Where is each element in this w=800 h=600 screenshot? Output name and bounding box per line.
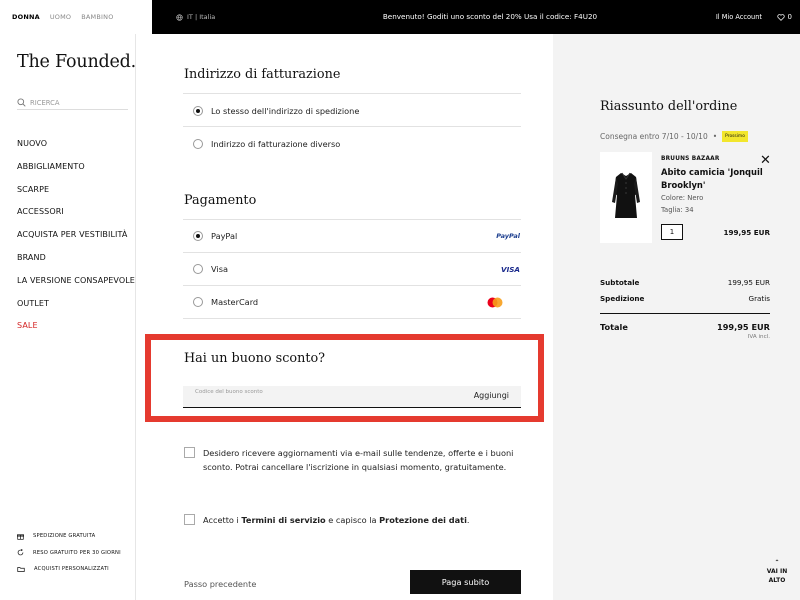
billing-title: Indirizzo di fatturazione xyxy=(184,67,341,82)
divider xyxy=(183,252,521,253)
billing-option-same[interactable]: Lo stesso dell'indirizzo di spedizione xyxy=(193,104,359,118)
back-to-top-button[interactable]: ⌃ VAI IN ALTO xyxy=(758,558,796,585)
privacy-link[interactable]: Protezione dei dati xyxy=(379,515,467,525)
divider xyxy=(183,126,521,127)
perks-list: SPEDIZIONE GRATUITA RESO GRATUITO PER 30… xyxy=(17,528,121,578)
voucher-highlight-frame xyxy=(145,334,544,422)
tab-donna[interactable]: DONNA xyxy=(12,13,40,21)
product-brand: BRUUNS BAZAAR xyxy=(661,156,720,162)
billing-option-different[interactable]: Indirizzo di fatturazione diverso xyxy=(193,137,340,151)
quantity-selector[interactable]: 1 xyxy=(661,224,683,240)
gift-icon xyxy=(17,534,24,540)
wishlist-count: 0 xyxy=(787,13,792,21)
sidebar-item-accessori[interactable]: ACCESSORI xyxy=(17,206,135,229)
wishlist-button[interactable]: 0 xyxy=(776,0,792,34)
sidebar-item-vestibilita[interactable]: ACQUISTA PER VESTIBILITÀ xyxy=(17,229,135,252)
mastercard-logo-icon xyxy=(487,297,503,308)
voucher-placeholder: Codice del buono sconto xyxy=(195,389,263,395)
radio-selected[interactable] xyxy=(193,106,203,116)
account-link[interactable]: Il Mio Account xyxy=(716,0,762,34)
order-summary-panel xyxy=(553,34,800,600)
product-name[interactable]: Abito camicia 'Jonquil Brooklyn' xyxy=(661,166,776,192)
terms-checkbox[interactable] xyxy=(184,514,195,525)
radio-selected[interactable] xyxy=(193,231,203,241)
total-label: Totale xyxy=(600,322,628,332)
product-image xyxy=(600,152,652,243)
total-value: 199,95 EUR xyxy=(717,322,770,332)
sidebar-item-outlet[interactable]: OUTLET xyxy=(17,298,135,321)
sidebar-item-abbigliamento[interactable]: ABBIGLIAMENTO xyxy=(17,161,135,184)
locale-label: IT | Italia xyxy=(187,13,216,21)
previous-step-link[interactable]: Passo precedente xyxy=(184,579,256,589)
promo-banner: Benvenuto! Goditi uno sconto del 20% Usa… xyxy=(382,12,598,21)
delivery-badge: Prossimo xyxy=(722,131,748,142)
newsletter-text: Desidero ricevere aggiornamenti via e-ma… xyxy=(203,448,514,472)
payment-title: Pagamento xyxy=(184,193,257,208)
pay-now-button[interactable]: Paga subito xyxy=(410,570,521,594)
sidebar-item-nuovo[interactable]: NUOVO xyxy=(17,138,135,161)
divider xyxy=(183,93,521,94)
terms-text: Accetto i Termini di servizio e capisco … xyxy=(203,515,470,525)
perk-shipping: SPEDIZIONE GRATUITA xyxy=(17,528,121,545)
tab-uomo[interactable]: UOMO xyxy=(50,13,71,21)
product-price: 199,95 EUR xyxy=(723,228,770,237)
sidebar-divider xyxy=(135,34,136,600)
terms-link[interactable]: Termini di servizio xyxy=(241,515,325,525)
divider xyxy=(183,318,521,319)
sidebar-item-brand[interactable]: BRAND xyxy=(17,252,135,275)
search-field[interactable]: RICERCA xyxy=(17,96,128,110)
subtotal-value: 199,95 EUR xyxy=(727,278,770,287)
tab-bambino[interactable]: BAMBINO xyxy=(81,13,113,21)
sidebar-item-sale[interactable]: SALE xyxy=(17,320,135,343)
voucher-input[interactable]: Codice del buono sconto Aggiungi xyxy=(183,386,521,408)
sidebar-nav: NUOVO ABBIGLIAMENTO SCARPE ACCESSORI ACQ… xyxy=(17,138,135,343)
heart-icon xyxy=(776,13,785,21)
perk-personal: ACQUISTI PERSONALIZZATI xyxy=(17,561,121,578)
shipping-value: Gratis xyxy=(748,294,771,303)
search-placeholder: RICERCA xyxy=(30,98,60,107)
return-icon xyxy=(17,549,24,556)
payment-option-mastercard[interactable]: MasterCard xyxy=(193,295,258,309)
sidebar-item-consapevole[interactable]: LA VERSIONE CONSAPEVOLE xyxy=(17,275,135,298)
summary-title: Riassunto dell'ordine xyxy=(600,99,738,114)
box-icon xyxy=(17,567,25,573)
dress-image xyxy=(612,172,640,218)
logo[interactable]: The Founded. xyxy=(17,52,136,72)
newsletter-checkbox[interactable] xyxy=(184,447,195,458)
gender-tabs: DONNA UOMO BAMBINO xyxy=(0,0,152,34)
delivery-estimate: Consegna entro 7/10 - 10/10 • Prossimo xyxy=(600,131,748,142)
vat-note: IVA incl. xyxy=(747,334,770,340)
voucher-add-button[interactable]: Aggiungi xyxy=(474,391,509,400)
search-icon xyxy=(17,98,26,107)
perk-returns: RESO GRATUITO PER 30 GIORNI xyxy=(17,545,121,562)
shipping-label: Spedizione xyxy=(600,294,645,303)
total-divider xyxy=(600,313,770,314)
chevron-up-icon: ⌃ xyxy=(774,559,780,566)
radio-unselected[interactable] xyxy=(193,264,203,274)
product-size: Taglia: 34 xyxy=(661,206,694,214)
payment-option-visa[interactable]: Visa xyxy=(193,262,228,276)
locale-selector[interactable]: IT | Italia xyxy=(176,0,215,34)
globe-icon xyxy=(176,13,183,21)
paypal-logo: PayPal xyxy=(496,232,520,240)
visa-logo: VISA xyxy=(501,265,520,274)
remove-item-close-icon[interactable]: ✕ xyxy=(760,154,771,167)
product-color: Colore: Nero xyxy=(661,194,704,202)
subtotal-label: Subtotale xyxy=(600,278,640,287)
payment-option-paypal[interactable]: PayPal xyxy=(193,229,237,243)
radio-unselected[interactable] xyxy=(193,297,203,307)
top-bar: DONNA UOMO BAMBINO IT | Italia Benvenuto… xyxy=(0,0,800,34)
radio-unselected[interactable] xyxy=(193,139,203,149)
voucher-title: Hai un buono sconto? xyxy=(184,351,326,366)
divider xyxy=(183,219,521,220)
sidebar-item-scarpe[interactable]: SCARPE xyxy=(17,184,135,207)
divider xyxy=(183,285,521,286)
